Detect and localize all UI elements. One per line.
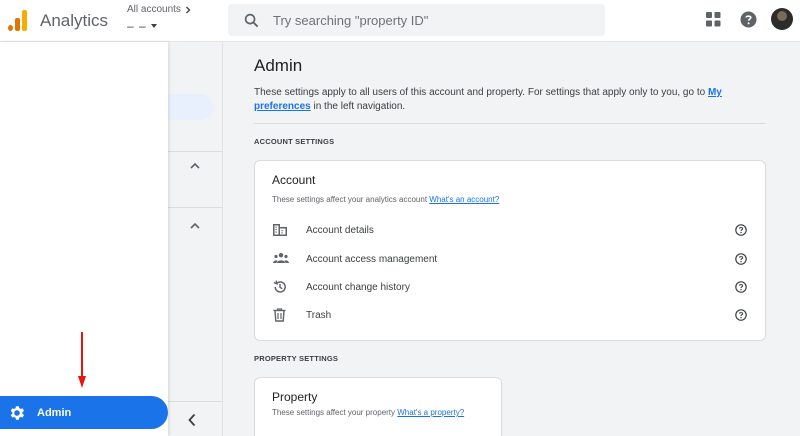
whats-an-account-link[interactable]: What's an account? xyxy=(429,195,499,204)
help-circle-icon[interactable] xyxy=(735,309,747,321)
property-settings-card: Property These settings affect your prop… xyxy=(254,377,502,436)
apps-grid-icon[interactable] xyxy=(706,12,721,27)
account-details-label: Account details xyxy=(306,224,374,236)
user-avatar[interactable] xyxy=(771,8,793,30)
property-card-title: Property xyxy=(272,390,318,404)
secondary-nav-strip xyxy=(168,42,223,436)
whats-a-property-link[interactable]: What's a property? xyxy=(397,408,464,417)
property-settings-heading: PROPERTY SETTINGS xyxy=(254,354,339,363)
help-circle-icon[interactable] xyxy=(735,253,747,265)
account-selector-label: All accounts xyxy=(127,4,181,15)
red-arrow-annotation xyxy=(78,332,86,388)
history-icon xyxy=(273,280,286,293)
account-access-management-row[interactable]: Account access management xyxy=(271,249,749,269)
account-settings-heading: ACCOUNT SETTINGS xyxy=(254,137,335,146)
search-bar[interactable]: Try searching "property ID" xyxy=(228,4,605,36)
trash-row[interactable]: Trash xyxy=(271,305,749,325)
gear-icon xyxy=(10,405,24,420)
divider xyxy=(168,151,222,152)
top-app-bar: Analytics All accounts – – Try searching… xyxy=(0,0,800,42)
chevron-up-icon[interactable] xyxy=(190,162,200,169)
chevron-up-icon[interactable] xyxy=(190,222,200,229)
caret-down-icon xyxy=(150,24,157,28)
search-placeholder: Try searching "property ID" xyxy=(273,12,429,28)
people-group-icon xyxy=(273,253,289,263)
building-icon xyxy=(273,224,287,236)
help-circle-icon[interactable] xyxy=(735,224,747,236)
app-name: Analytics xyxy=(40,11,109,30)
trash-label: Trash xyxy=(306,309,332,321)
intro-text: These settings apply to all users of thi… xyxy=(254,87,722,112)
account-settings-card: Account These settings affect your analy… xyxy=(254,160,766,341)
divider xyxy=(254,123,766,124)
divider xyxy=(168,207,222,208)
search-icon xyxy=(244,13,259,27)
account-change-history-row[interactable]: Account change history xyxy=(271,277,749,297)
trash-icon xyxy=(273,308,286,322)
account-change-history-label: Account change history xyxy=(306,281,410,293)
help-icon[interactable] xyxy=(740,11,757,28)
account-selector-value: – – xyxy=(127,19,147,33)
help-circle-icon[interactable] xyxy=(735,281,747,293)
page-title: Admin xyxy=(254,56,303,75)
admin-main-content: Admin These settings apply to all users … xyxy=(254,56,766,436)
secondary-nav-selected[interactable] xyxy=(168,94,213,120)
chevron-right-icon xyxy=(185,6,191,13)
account-details-row[interactable]: Account details xyxy=(271,220,749,240)
account-card-description: These settings affect your analytics acc… xyxy=(272,195,500,204)
nav-item-admin[interactable]: Admin xyxy=(0,396,168,429)
divider xyxy=(168,401,222,402)
left-navigation: Admin xyxy=(0,42,168,436)
account-selector[interactable]: All accounts – – xyxy=(127,4,192,33)
analytics-logo[interactable] xyxy=(8,9,28,31)
account-card-title: Account xyxy=(272,173,316,187)
account-access-management-label: Account access management xyxy=(306,253,438,265)
nav-item-admin-label: Admin xyxy=(37,406,72,419)
collapse-nav-chevron-icon[interactable] xyxy=(187,413,197,427)
property-card-description: These settings affect your property What… xyxy=(272,408,465,417)
